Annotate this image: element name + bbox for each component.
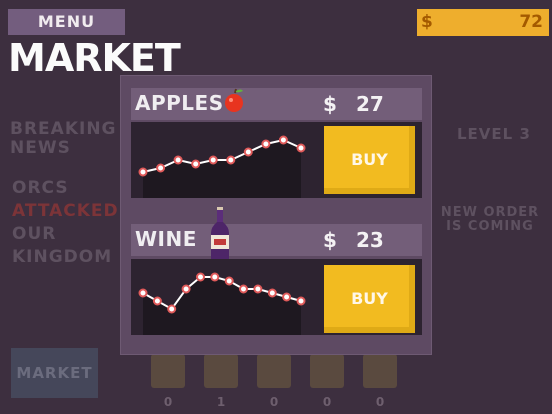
buy-wine-button[interactable]: BUY xyxy=(324,265,415,333)
money-display: $ 72 xyxy=(417,9,549,36)
price-point xyxy=(296,296,306,306)
price-point xyxy=(138,167,148,177)
news-line: KINGDOM xyxy=(12,247,113,267)
price-point xyxy=(208,155,218,165)
price-point xyxy=(152,296,162,306)
price-point xyxy=(278,135,288,145)
price-point xyxy=(226,155,236,165)
price-point xyxy=(224,276,234,286)
tool-count: 0 xyxy=(163,395,173,409)
menu-button[interactable]: MENU xyxy=(8,9,125,35)
wine-header: WINE $ 23 xyxy=(131,224,422,256)
price-point xyxy=(156,163,166,173)
market-button[interactable]: MARKET xyxy=(11,348,98,398)
price-point xyxy=(243,147,253,157)
apples-header: APPLES $ 27 xyxy=(131,88,422,120)
buy-apples-button[interactable]: BUY xyxy=(324,126,415,194)
wine-bottle-icon xyxy=(211,207,229,259)
currency-symbol: $ xyxy=(323,92,337,116)
market-panel: APPLES $ 27 BUY WINE $ 23 BUY xyxy=(121,76,431,354)
tool-count: 1 xyxy=(216,395,226,409)
page-title: MARKET xyxy=(8,36,181,80)
tool-count: 0 xyxy=(322,395,332,409)
price-point xyxy=(253,284,263,294)
price-point xyxy=(239,284,248,294)
apple-icon xyxy=(225,88,243,112)
apple-basket-tool-icon[interactable] xyxy=(151,354,185,388)
chart-area xyxy=(143,140,301,198)
price-point xyxy=(296,143,306,153)
news-line-highlight: ATTACKED xyxy=(12,201,119,221)
item-price: 27 xyxy=(356,92,384,116)
tool-count: 0 xyxy=(269,395,279,409)
item-name: APPLES xyxy=(135,91,224,115)
level-indicator: LEVEL 3 xyxy=(457,125,531,143)
breaking-news-heading: BREAKING NEWS xyxy=(10,119,117,158)
price-point xyxy=(181,284,191,294)
price-point xyxy=(267,288,277,298)
price-point xyxy=(261,139,271,149)
price-point xyxy=(196,272,205,282)
price-point xyxy=(210,272,220,282)
anvil-tool-icon[interactable] xyxy=(257,354,291,388)
pickaxe-tool-icon[interactable] xyxy=(204,354,238,388)
money-amount: 72 xyxy=(519,12,543,32)
tool-count: 0 xyxy=(375,395,385,409)
new-order-notice: NEW ORDER IS COMING xyxy=(440,205,540,234)
chest-tool-icon[interactable] xyxy=(310,354,344,388)
shield-tool-icon[interactable] xyxy=(363,354,397,388)
currency-symbol: $ xyxy=(323,228,337,252)
currency-symbol: $ xyxy=(421,12,433,32)
price-point xyxy=(167,304,177,314)
item-price: 23 xyxy=(356,228,384,252)
price-point xyxy=(138,288,148,298)
price-point xyxy=(173,155,183,165)
item-name: WINE xyxy=(135,227,197,251)
news-line: ORCS xyxy=(12,178,69,198)
price-point xyxy=(282,292,292,302)
price-point xyxy=(191,159,201,169)
news-line: OUR xyxy=(12,224,57,244)
